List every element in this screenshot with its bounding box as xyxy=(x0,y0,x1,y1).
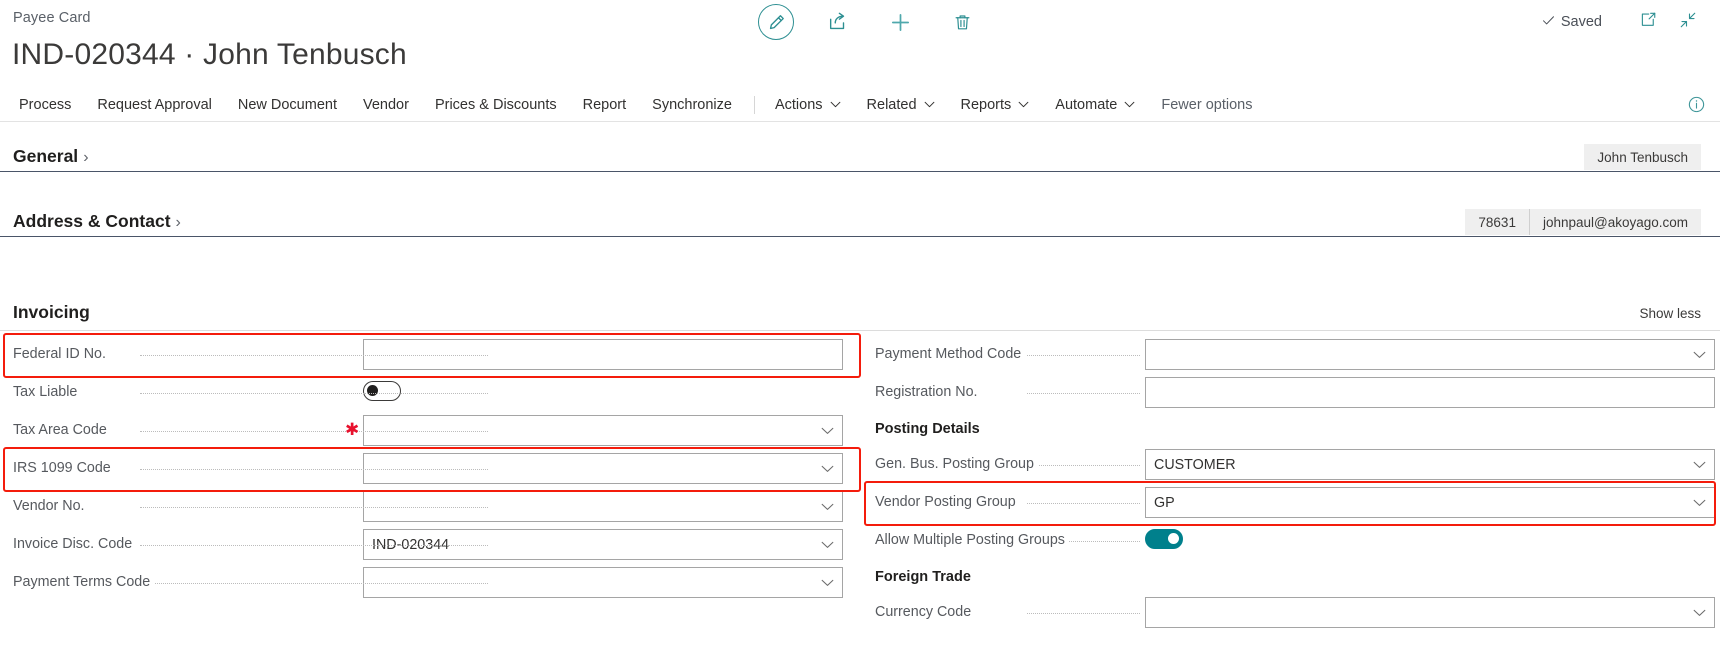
label-leader-dots xyxy=(140,507,488,508)
highlight-overlay xyxy=(0,0,1720,646)
field-label-federal-id-no: Federal ID No. xyxy=(13,346,110,362)
field-label-vendor-no: Vendor No. xyxy=(13,498,89,514)
field-label-invoice-disc-code: Invoice Disc. Code xyxy=(13,536,137,552)
label-leader-dots xyxy=(140,545,488,546)
label-leader-dots xyxy=(140,583,488,584)
label-leader-dots xyxy=(140,431,488,432)
field-label-allow-multiple-posting-groups: Allow Multiple Posting Groups xyxy=(875,532,1069,548)
label-leader-dots xyxy=(1027,355,1140,356)
field-label-payment-method-code: Payment Method Code xyxy=(875,346,1026,362)
label-leader-dots xyxy=(1027,503,1140,504)
label-leader-dots xyxy=(1027,613,1140,614)
field-label-gen-bus-posting-group: Gen. Bus. Posting Group xyxy=(875,456,1038,472)
label-leader-dots xyxy=(140,393,488,394)
label-leader-dots xyxy=(140,469,488,470)
field-label-tax-liable: Tax Liable xyxy=(13,384,82,400)
field-label-registration-no: Registration No. xyxy=(875,384,982,400)
field-label-irs-1099-code: IRS 1099 Code xyxy=(13,460,115,476)
label-leader-dots xyxy=(1027,393,1140,394)
field-label-currency-code: Currency Code xyxy=(875,604,976,620)
payee-card-page: Payee Card Saved IND-020344 · John Tenbu… xyxy=(0,0,1720,646)
field-label-tax-area-code: Tax Area Code xyxy=(13,422,111,438)
field-label-vendor-posting-group: Vendor Posting Group xyxy=(875,494,1020,510)
label-leader-dots xyxy=(1027,465,1140,466)
label-leader-dots xyxy=(140,355,488,356)
field-label-payment-terms-code: Payment Terms Code xyxy=(13,574,155,590)
required-indicator: ✱ xyxy=(345,420,360,439)
